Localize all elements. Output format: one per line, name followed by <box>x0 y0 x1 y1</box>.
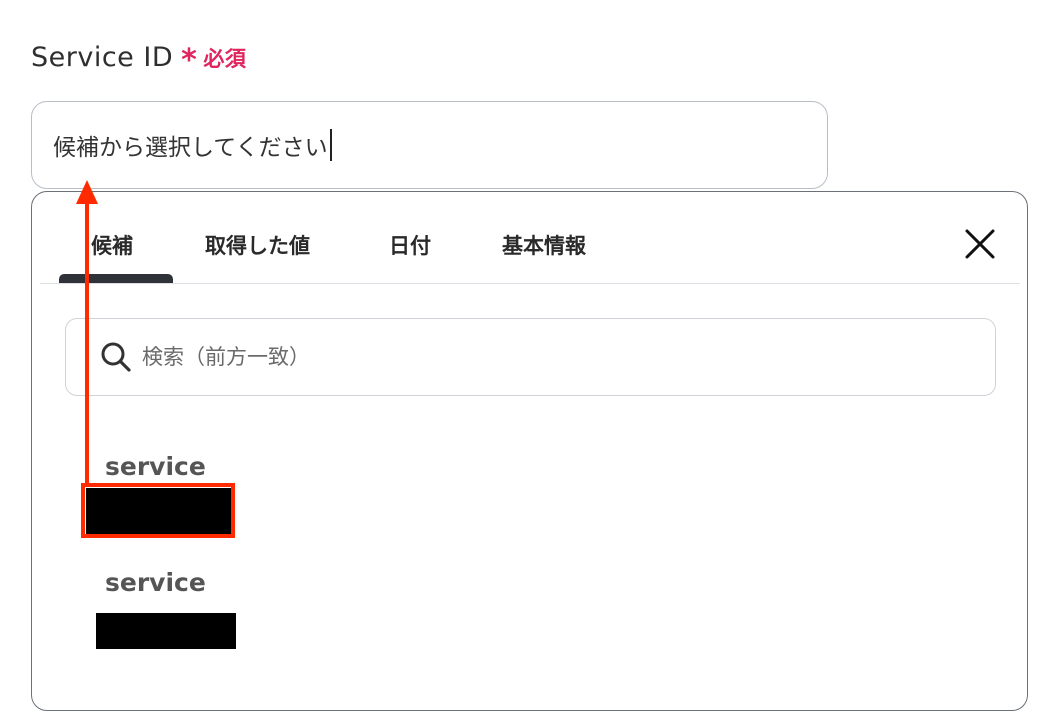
close-button[interactable] <box>964 228 996 260</box>
option-item[interactable]: service <box>32 558 1027 658</box>
tab-bar: 候補 取得した値 日付 基本情報 <box>32 192 1027 284</box>
tab-date[interactable]: 日付 <box>389 230 431 260</box>
option-item[interactable]: service <box>32 442 1027 542</box>
search-icon <box>101 342 131 372</box>
close-icon <box>965 229 995 259</box>
option-label: service <box>105 452 206 481</box>
search-input[interactable] <box>140 344 904 370</box>
service-id-select[interactable]: 候補から選択してください <box>31 101 828 189</box>
tab-candidates[interactable]: 候補 <box>91 230 133 260</box>
field-label-text: Service ID <box>31 42 174 73</box>
option-label: service <box>105 568 206 597</box>
required-mark: * <box>181 42 198 78</box>
text-caret <box>329 129 332 161</box>
required-text: 必須 <box>203 46 247 71</box>
tab-acquired-values[interactable]: 取得した値 <box>205 230 310 260</box>
tab-divider <box>40 283 1020 284</box>
search-box[interactable] <box>65 318 996 396</box>
select-placeholder: 候補から選択してください <box>53 135 328 161</box>
dropdown-panel: 候補 取得した値 日付 基本情報 service service <box>31 191 1028 711</box>
field-label: Service ID * 必須 <box>31 42 247 78</box>
active-tab-indicator <box>59 274 173 283</box>
redacted-value <box>96 613 236 649</box>
redacted-value <box>86 488 234 536</box>
tab-basic-info[interactable]: 基本情報 <box>502 230 586 260</box>
